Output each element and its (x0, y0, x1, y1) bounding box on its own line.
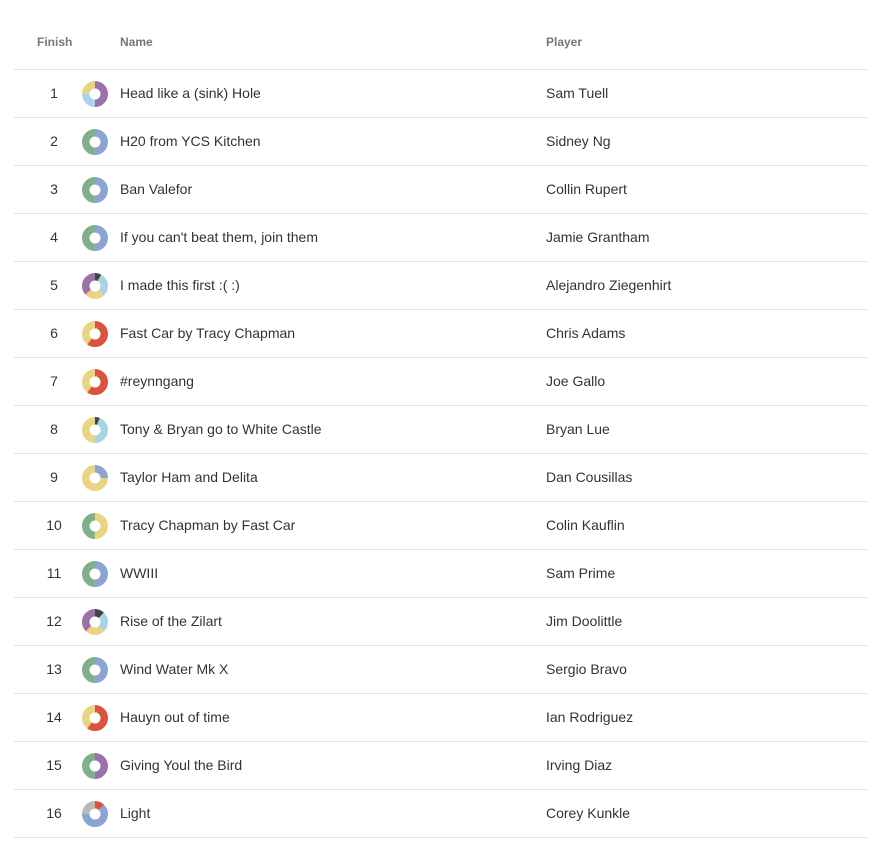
table-row[interactable]: 12 Rise of the Zilart Jim Doolittle (14, 598, 867, 646)
finish-position: 11 (46, 565, 62, 581)
table-row[interactable]: 2 H20 from YCS Kitchen Sidney Ng (14, 118, 867, 166)
player-name[interactable]: Ian Rodriguez (546, 694, 633, 741)
finish-position: 14 (46, 709, 62, 725)
table-row[interactable]: 3 Ban Valefor Collin Rupert (14, 166, 867, 214)
deck-color-ring-icon (82, 129, 108, 155)
table-body: 1 Head like a (sink) Hole Sam Tuell 2 H20 fr… (14, 70, 867, 838)
deck-name[interactable]: Giving Youl the Bird (120, 742, 242, 789)
player-name[interactable]: Bryan Lue (546, 406, 610, 453)
player-name[interactable]: Dan Cousillas (546, 454, 632, 501)
finish-position: 6 (50, 325, 58, 341)
player-name[interactable]: Colin Kauflin (546, 502, 625, 549)
deck-name[interactable]: Light (120, 790, 150, 837)
finish-position: 2 (50, 133, 58, 149)
deck-color-ring-icon (82, 465, 108, 491)
table-row[interactable]: 16 Light Corey Kunkle (14, 790, 867, 838)
player-name[interactable]: Jamie Grantham (546, 214, 649, 261)
finish-position: 1 (50, 85, 58, 101)
finish-position: 15 (46, 757, 62, 773)
table-row[interactable]: 6 Fast Car by Tracy Chapman Chris Adams (14, 310, 867, 358)
deck-name[interactable]: Taylor Ham and Delita (120, 454, 258, 501)
deck-color-ring-icon (82, 801, 108, 827)
deck-color-ring-icon (82, 417, 108, 443)
player-name[interactable]: Corey Kunkle (546, 790, 630, 837)
column-header-player[interactable]: Player (546, 35, 582, 49)
finish-position: 5 (50, 277, 58, 293)
player-name[interactable]: Sidney Ng (546, 118, 611, 165)
standings-table: Finish Name Player 1 Head like a (sink) H… (14, 0, 867, 838)
deck-color-ring-icon (82, 225, 108, 251)
deck-name[interactable]: Wind Water Mk X (120, 646, 228, 693)
player-name[interactable]: Sam Prime (546, 550, 615, 597)
deck-name[interactable]: H20 from YCS Kitchen (120, 118, 261, 165)
player-name[interactable]: Jim Doolittle (546, 598, 622, 645)
deck-name[interactable]: WWIII (120, 550, 158, 597)
deck-name[interactable]: Fast Car by Tracy Chapman (120, 310, 295, 357)
table-row[interactable]: 4 If you can't beat them, join them Jamie … (14, 214, 867, 262)
player-name[interactable]: Collin Rupert (546, 166, 627, 213)
finish-position: 7 (50, 373, 58, 389)
table-header: Finish Name Player (14, 0, 867, 70)
table-row[interactable]: 9 Taylor Ham and Delita Dan Cousillas (14, 454, 867, 502)
finish-position: 10 (46, 517, 62, 533)
column-header-name[interactable]: Name (120, 35, 153, 49)
deck-color-ring-icon (82, 561, 108, 587)
deck-color-ring-icon (82, 513, 108, 539)
player-name[interactable]: Sergio Bravo (546, 646, 627, 693)
table-row[interactable]: 14 Hauyn out of time Ian Rodriguez (14, 694, 867, 742)
finish-position: 3 (50, 181, 58, 197)
player-name[interactable]: Joe Gallo (546, 358, 605, 405)
column-header-finish[interactable]: Finish (37, 35, 72, 49)
table-row[interactable]: 10 Tracy Chapman by Fast Car Colin Kauflin (14, 502, 867, 550)
table-row[interactable]: 13 Wind Water Mk X Sergio Bravo (14, 646, 867, 694)
table-row[interactable]: 1 Head like a (sink) Hole Sam Tuell (14, 70, 867, 118)
player-name[interactable]: Alejandro Ziegenhirt (546, 262, 671, 309)
deck-name[interactable]: Tracy Chapman by Fast Car (120, 502, 295, 549)
deck-name[interactable]: I made this first :( :) (120, 262, 240, 309)
deck-name[interactable]: #reynngang (120, 358, 194, 405)
deck-color-ring-icon (82, 609, 108, 635)
table-row[interactable]: 5 I made this first :( :) Alejandro Ziegen… (14, 262, 867, 310)
finish-position: 13 (46, 661, 62, 677)
deck-color-ring-icon (82, 705, 108, 731)
deck-color-ring-icon (82, 81, 108, 107)
table-row[interactable]: 11 WWIII Sam Prime (14, 550, 867, 598)
table-row[interactable]: 15 Giving Youl the Bird Irving Diaz (14, 742, 867, 790)
deck-name[interactable]: Rise of the Zilart (120, 598, 222, 645)
deck-name[interactable]: Ban Valefor (120, 166, 192, 213)
finish-position: 8 (50, 421, 58, 437)
player-name[interactable]: Chris Adams (546, 310, 625, 357)
finish-position: 9 (50, 469, 58, 485)
deck-name[interactable]: If you can't beat them, join them (120, 214, 318, 261)
deck-color-ring-icon (82, 369, 108, 395)
deck-color-ring-icon (82, 321, 108, 347)
deck-color-ring-icon (82, 273, 108, 299)
table-row[interactable]: 7 #reynngang Joe Gallo (14, 358, 867, 406)
deck-color-ring-icon (82, 753, 108, 779)
player-name[interactable]: Irving Diaz (546, 742, 612, 789)
finish-position: 4 (50, 229, 58, 245)
deck-color-ring-icon (82, 177, 108, 203)
player-name[interactable]: Sam Tuell (546, 70, 608, 117)
table-row[interactable]: 8 Tony & Bryan go to White Castle Bryan Lu… (14, 406, 867, 454)
deck-name[interactable]: Tony & Bryan go to White Castle (120, 406, 322, 453)
deck-color-ring-icon (82, 657, 108, 683)
finish-position: 16 (46, 805, 62, 821)
deck-name[interactable]: Hauyn out of time (120, 694, 230, 741)
finish-position: 12 (46, 613, 62, 629)
deck-name[interactable]: Head like a (sink) Hole (120, 70, 261, 117)
